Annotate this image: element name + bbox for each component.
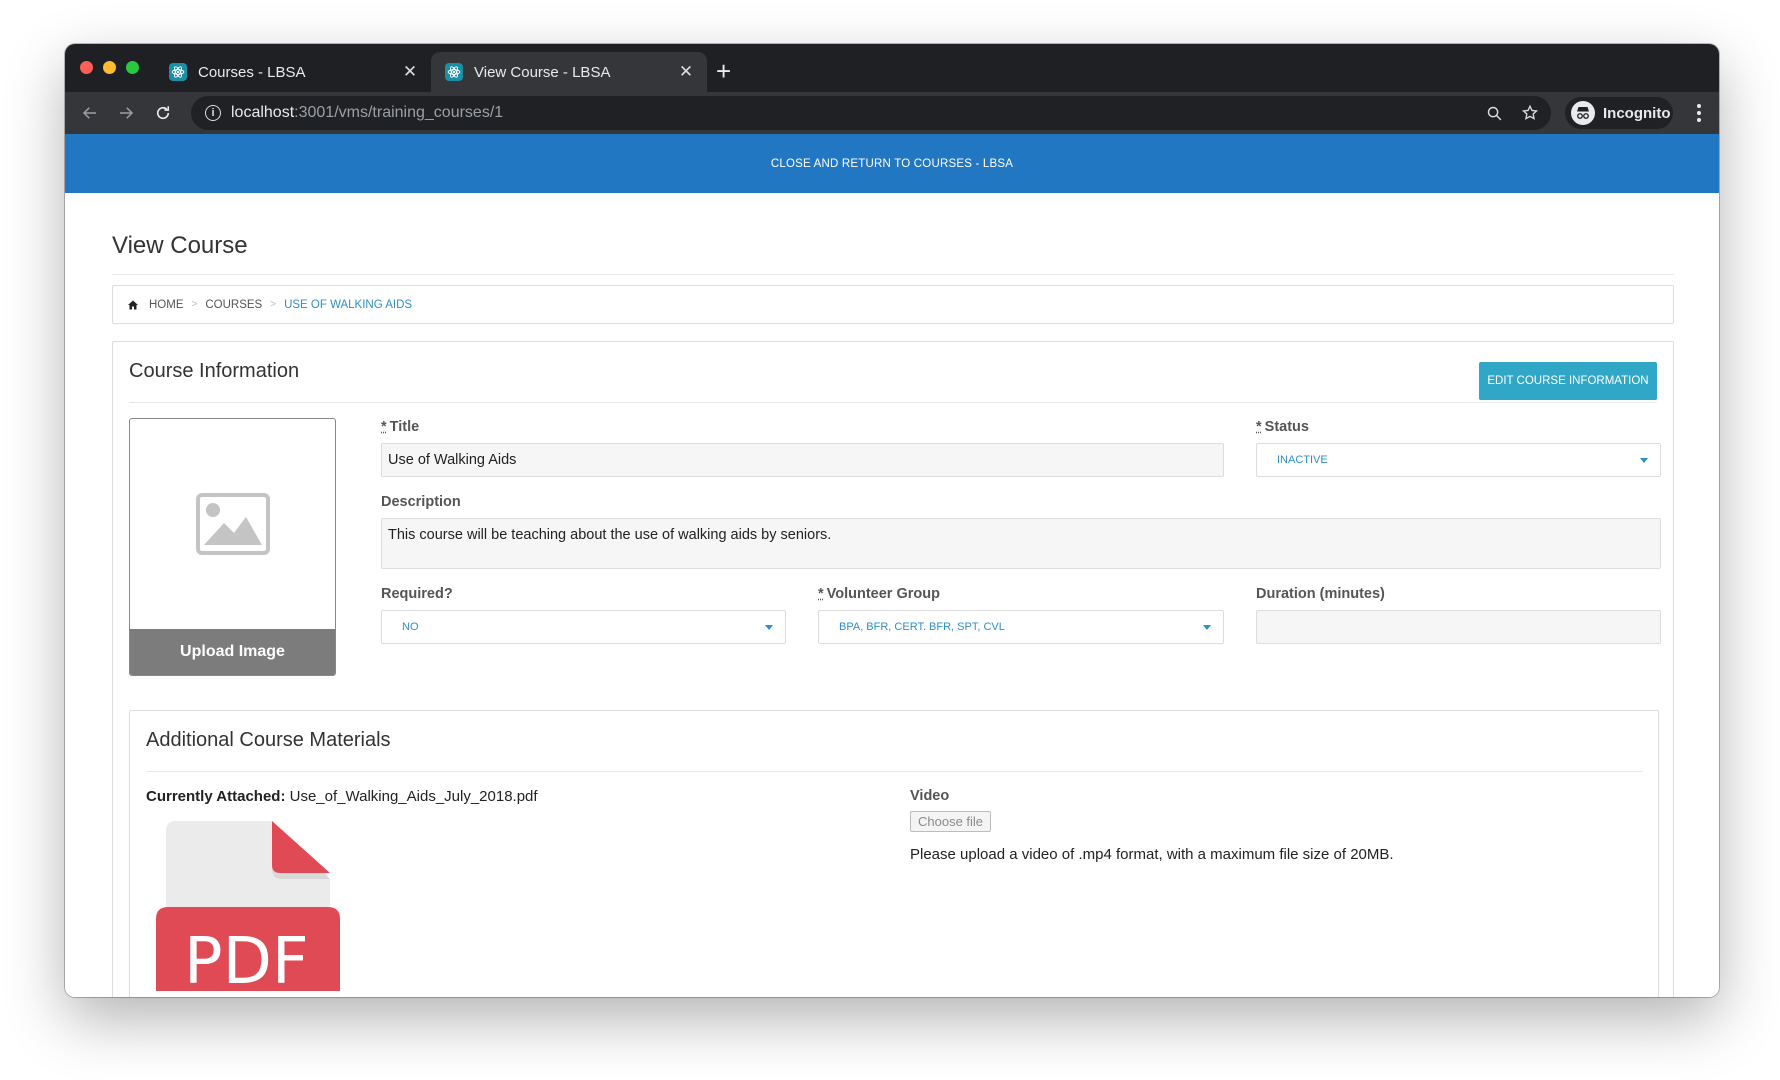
title-input[interactable]: Use of Walking Aids [381, 443, 1224, 477]
minimize-window-button[interactable] [103, 61, 116, 74]
profile-label: Incognito [1603, 104, 1671, 122]
upload-image-button[interactable]: Upload Image [130, 629, 335, 675]
volunteer-group-value: BPA, BFR, CERT. BFR, SPT, CVL [839, 621, 1005, 633]
browser-titlebar: Courses - LBSA ✕ View Course - LBSA ✕ + [65, 44, 1719, 92]
incognito-icon [1571, 101, 1595, 125]
video-upload-note: Please upload a video of .mp4 format, wi… [910, 846, 1394, 863]
status-select[interactable]: INACTIVE [1256, 443, 1661, 477]
tab-title: View Course - LBSA [474, 63, 611, 81]
breadcrumb-courses[interactable]: COURSES [205, 299, 262, 311]
divider [129, 402, 1657, 403]
bookmark-star-icon[interactable] [1515, 98, 1545, 128]
chevron-down-icon [1203, 625, 1211, 630]
back-button[interactable] [75, 98, 105, 128]
pdf-icon-label: PDF [184, 925, 309, 991]
divider [146, 771, 1642, 772]
reload-button[interactable] [148, 98, 178, 128]
info-icon[interactable]: i [205, 105, 221, 121]
breadcrumb-home[interactable]: HOME [149, 299, 184, 311]
arrow-left-icon [82, 107, 96, 119]
course-information-card: Course Information EDIT COURSE INFORMATI… [112, 341, 1674, 997]
arrow-right-icon [120, 107, 134, 119]
pdf-file-icon[interactable]: PDF [156, 821, 340, 997]
description-label: Description [381, 494, 461, 510]
page-title: View Course [112, 232, 248, 259]
volunteer-group-select[interactable]: BPA, BFR, CERT. BFR, SPT, CVL [818, 610, 1224, 644]
breadcrumb: HOME > COURSES > USE OF WALKING AIDS [112, 285, 1674, 324]
browser-menu-icon[interactable] [1687, 100, 1711, 126]
video-label: Video [910, 788, 950, 804]
status-value: INACTIVE [1277, 454, 1328, 466]
maximize-window-button[interactable] [126, 61, 139, 74]
react-favicon-icon [169, 63, 187, 81]
image-placeholder-icon [196, 493, 270, 555]
react-favicon-icon [445, 63, 463, 81]
address-bar[interactable]: i localhost:3001/vms/training_courses/1 [191, 96, 1551, 130]
home-icon[interactable] [127, 298, 141, 312]
browser-window: Courses - LBSA ✕ View Course - LBSA ✕ + … [65, 44, 1719, 997]
tab-view-course[interactable]: View Course - LBSA ✕ [431, 52, 707, 92]
status-label: * Status [1256, 419, 1309, 435]
zoom-icon[interactable] [1479, 98, 1509, 128]
breadcrumb-current[interactable]: USE OF WALKING AIDS [284, 299, 412, 311]
chevron-down-icon [765, 625, 773, 630]
edit-course-information-button[interactable]: EDIT COURSE INFORMATION [1479, 362, 1657, 400]
course-image: Upload Image [129, 418, 336, 676]
chevron-down-icon [1640, 458, 1648, 463]
breadcrumb-separator: > [191, 299, 198, 310]
duration-label: Duration (minutes) [1256, 586, 1385, 602]
divider [112, 274, 1674, 275]
tab-courses[interactable]: Courses - LBSA ✕ [155, 52, 431, 92]
close-return-banner[interactable]: CLOSE AND RETURN TO COURSES - LBSA [65, 134, 1719, 193]
tab-title: Courses - LBSA [198, 63, 306, 81]
volunteer-group-label: * Volunteer Group [818, 586, 940, 602]
choose-file-button[interactable]: Choose file [910, 811, 992, 832]
tab-close-icon[interactable]: ✕ [673, 62, 699, 82]
duration-input[interactable] [1256, 610, 1661, 644]
url-text[interactable]: localhost:3001/vms/training_courses/1 [231, 104, 1479, 122]
description-textarea[interactable]: This course will be teaching about the u… [381, 518, 1661, 569]
course-information-heading: Course Information [129, 360, 300, 382]
new-tab-button[interactable]: + [716, 56, 731, 86]
close-window-button[interactable] [80, 61, 93, 74]
tab-close-icon[interactable]: ✕ [397, 62, 423, 82]
reload-icon [156, 106, 170, 120]
page-viewport: CLOSE AND RETURN TO COURSES - LBSA View … [65, 134, 1719, 997]
additional-materials-card: Additional Course Materials Currently At… [129, 710, 1659, 997]
required-select[interactable]: NO [381, 610, 786, 644]
additional-materials-heading: Additional Course Materials [146, 729, 391, 751]
required-label: Required? [381, 586, 453, 602]
browser-toolbar: i localhost:3001/vms/training_courses/1 … [65, 92, 1719, 134]
forward-button[interactable] [111, 98, 141, 128]
breadcrumb-separator: > [270, 299, 277, 310]
incognito-profile-button[interactable]: Incognito [1565, 97, 1673, 129]
currently-attached: Currently Attached: Use_of_Walking_Aids_… [146, 788, 538, 805]
title-label: * Title [381, 419, 420, 435]
required-value: NO [402, 621, 419, 633]
attached-file-name[interactable]: Use_of_Walking_Aids_July_2018.pdf [285, 788, 538, 805]
